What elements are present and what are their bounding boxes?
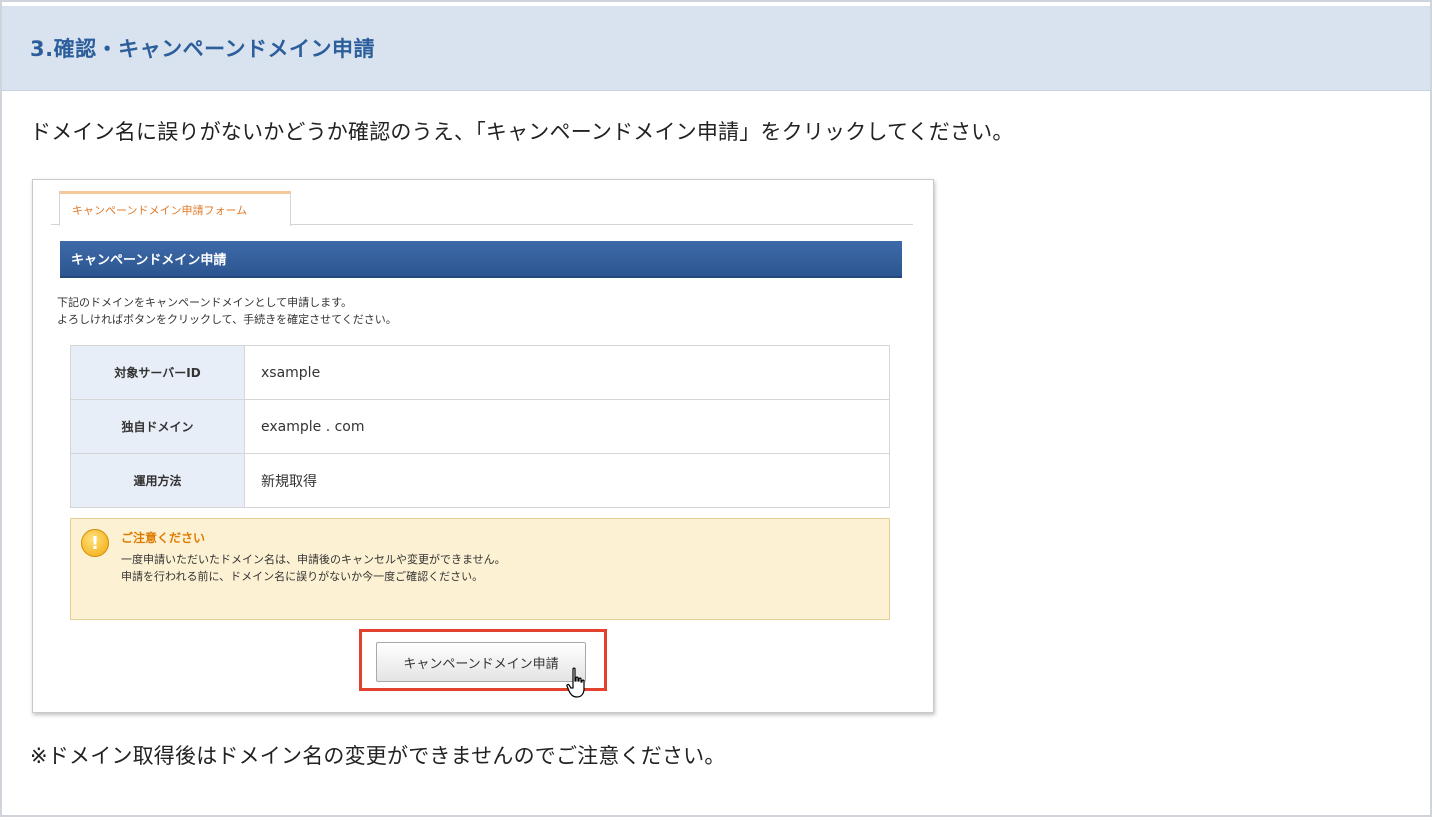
table-row: 独自ドメイン example . com — [70, 399, 890, 454]
exclamation-icon: ! — [81, 529, 109, 557]
row-value: example . com — [244, 399, 890, 454]
tab-application-form: キャンペーンドメイン申請フォーム — [59, 191, 291, 226]
step-title: 3.確認・キャンペーンドメイン申請 — [30, 37, 376, 61]
description-line: よろしければボタンをクリックして、手続きを確定させてください。 — [57, 313, 397, 326]
warning-box: ! ご注意ください 一度申請いただいたドメイン名は、申請後のキャンセルや変更がで… — [70, 518, 890, 620]
form-title-bar: キャンペーンドメイン申請 — [60, 241, 902, 278]
warning-line: 申請を行われる前に、ドメイン名に誤りがないか今一度ご確認ください。 — [121, 570, 484, 583]
warning-title: ご注意ください — [121, 531, 206, 545]
warning-body: 一度申請いただいたドメイン名は、申請後のキャンセルや変更ができません。 申請を行… — [121, 551, 506, 585]
row-label: 対象サーバーID — [70, 345, 245, 400]
table-row: 対象サーバーID xsample — [70, 345, 890, 400]
row-value: 新規取得 — [244, 453, 890, 508]
intro-text: ドメイン名に誤りがないかどうか確認のうえ、「キャンペーンドメイン申請」をクリック… — [30, 120, 1014, 144]
step-header: 3.確認・キャンペーンドメイン申請 — [2, 6, 1430, 91]
description-line: 下記のドメインをキャンペーンドメインとして申請します。 — [57, 296, 353, 309]
table-row: 運用方法 新規取得 — [70, 453, 890, 508]
embedded-screenshot: キャンペーンドメイン申請フォーム キャンペーンドメイン申請 下記のドメインをキャ… — [32, 179, 934, 713]
form-description: 下記のドメインをキャンペーンドメインとして申請します。 よろしければボタンをクリ… — [57, 294, 397, 328]
caution-note: ※ドメイン取得後はドメイン名の変更ができませんのでご注意ください。 — [30, 744, 726, 768]
confirmation-table: 対象サーバーID xsample 独自ドメイン example . com 運用… — [70, 345, 890, 508]
row-value: xsample — [244, 345, 890, 400]
hand-cursor-icon — [566, 667, 585, 698]
campaign-domain-apply-button[interactable]: キャンペーンドメイン申請 — [376, 642, 586, 682]
content-panel: 3.確認・キャンペーンドメイン申請 ドメイン名に誤りがないかどうか確認のうえ、「… — [0, 0, 1432, 817]
warning-line: 一度申請いただいたドメイン名は、申請後のキャンセルや変更ができません。 — [121, 553, 506, 566]
row-label: 独自ドメイン — [70, 399, 245, 454]
row-label: 運用方法 — [70, 453, 245, 508]
